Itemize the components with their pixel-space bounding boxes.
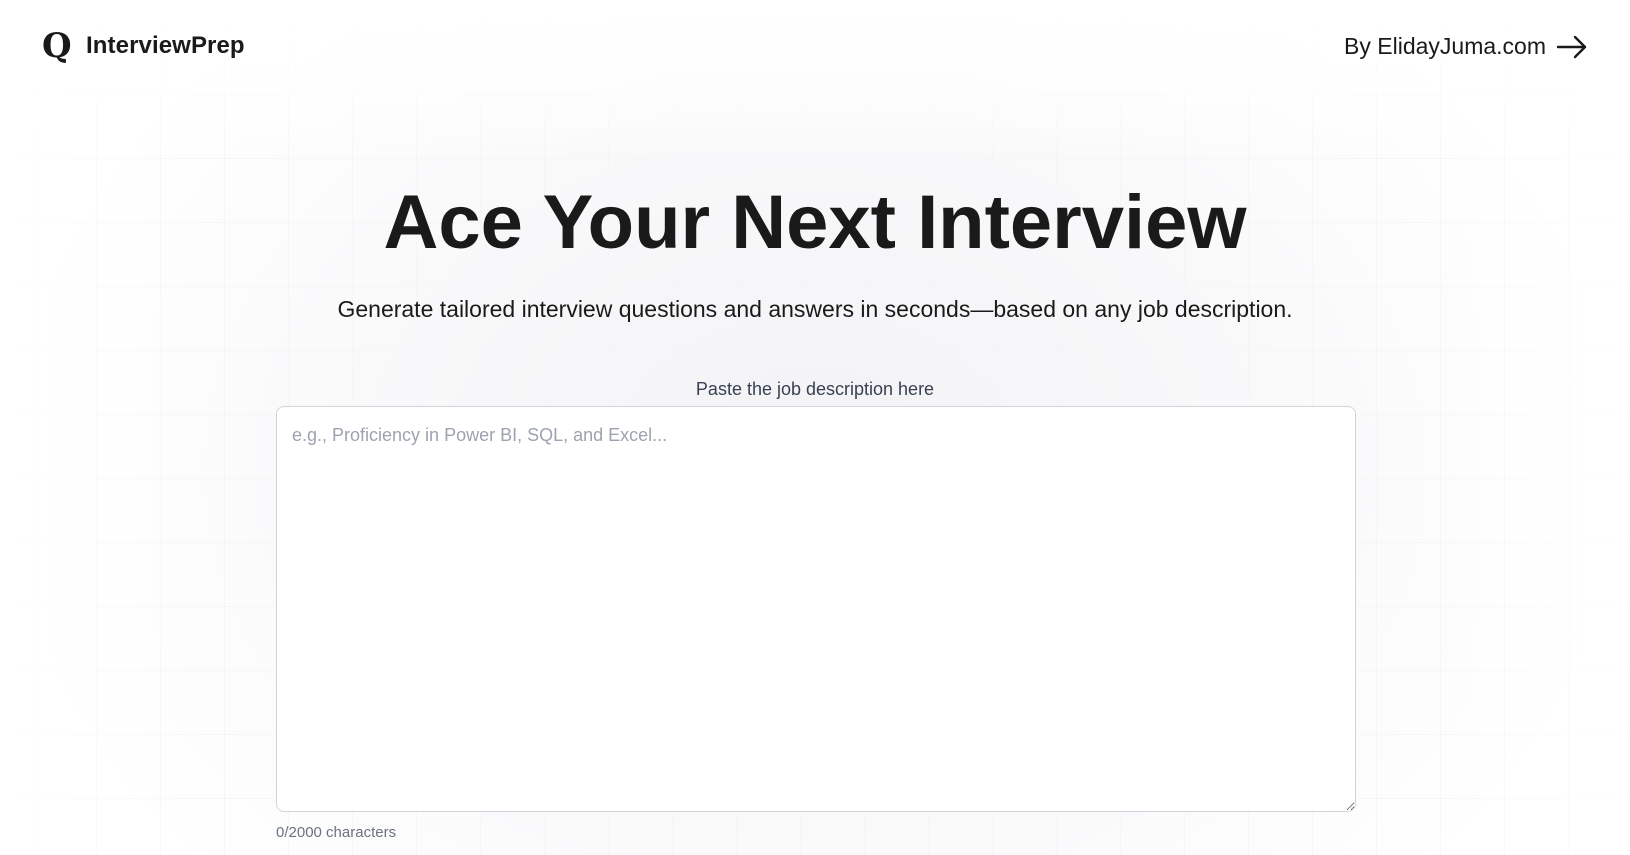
job-description-label: Paste the job description here bbox=[695, 379, 935, 399]
job-description-textarea[interactable] bbox=[276, 406, 1356, 812]
hero-title: Ace Your Next Interview bbox=[383, 180, 1247, 265]
main-content: Ace Your Next Interview Generate tailore… bbox=[0, 0, 1630, 855]
character-counter: 0/2000 characters bbox=[276, 824, 397, 841]
hero-subtitle: Generate tailored interview questions an… bbox=[337, 296, 1293, 322]
